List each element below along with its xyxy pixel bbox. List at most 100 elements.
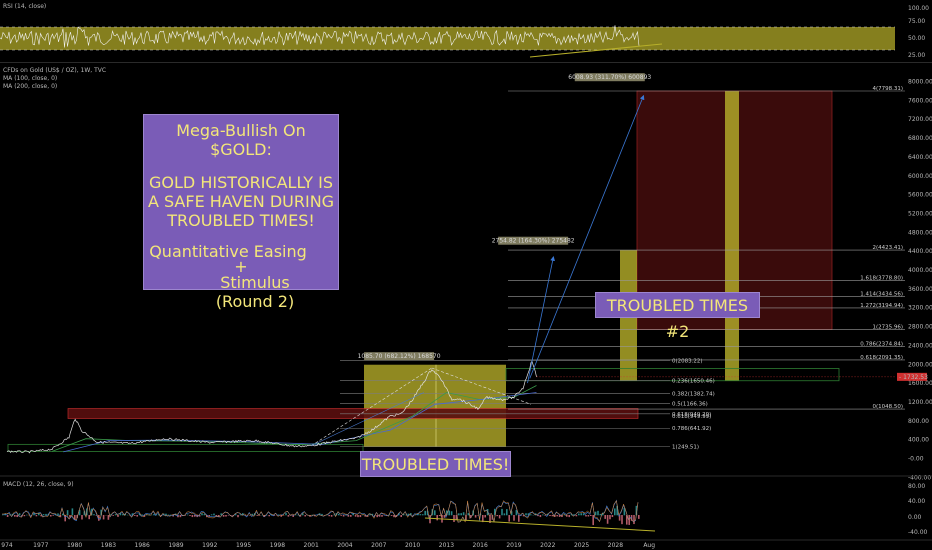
- macd-histogram-bar: [443, 515, 446, 518]
- macd-histogram-bar: [580, 513, 582, 516]
- price-axis-label: 4800.00: [908, 229, 932, 236]
- macd-histogram-bar: [513, 515, 515, 521]
- macd-histogram-bar: [285, 513, 287, 516]
- macd-histogram-bar: [556, 515, 558, 517]
- projection-column-2: [725, 91, 739, 381]
- macd-histogram-bar: [438, 515, 441, 516]
- macd-histogram-bar: [357, 515, 359, 518]
- macd-histogram-bar: [2, 514, 4, 516]
- price-axis-label: -400.00: [908, 474, 931, 481]
- macd-histogram-bar: [609, 515, 611, 520]
- macd-histogram-bar: [38, 513, 40, 516]
- x-tick-label: 2028: [608, 542, 623, 549]
- price-axis-label: 400.00: [908, 437, 929, 444]
- macd-histogram-bar: [390, 515, 393, 516]
- macd-histogram-bar: [592, 515, 594, 526]
- note-round: (Round 2): [215, 292, 295, 311]
- macd-histogram-bar: [638, 515, 640, 519]
- price-axis-label: 2400.00: [908, 342, 932, 349]
- ma100-label: MA (100, close, 0): [3, 75, 57, 82]
- fib1-level-label: 0.236(1650.46): [672, 379, 715, 385]
- macd-histogram-bar: [227, 515, 230, 516]
- price-axis-label: 800.00: [908, 418, 929, 425]
- price-axis-label: 7200.00: [908, 116, 932, 123]
- x-tick-label: 2004: [337, 542, 352, 549]
- macd-histogram-bar: [136, 515, 138, 517]
- macd-histogram-bar: [621, 515, 623, 525]
- x-tick-label: 1992: [202, 542, 217, 549]
- macd-histogram-bar: [64, 515, 66, 522]
- macd-histogram-bar: [6, 515, 9, 517]
- price-axis-label: 2000.00: [908, 361, 932, 368]
- rsi-axis-label: 75.00: [908, 18, 925, 25]
- price-tag-label: 6008.93 (311.70%) 600893: [568, 74, 651, 81]
- x-tick-label: 1977: [33, 542, 48, 549]
- macd-histogram-bar: [539, 515, 542, 518]
- macd-histogram-bar: [35, 515, 38, 517]
- fib2-level-label: 0(1048.50): [872, 404, 903, 410]
- price-axis-label: 6000.00: [908, 173, 932, 180]
- macd-histogram-bar: [508, 515, 510, 522]
- rsi-axis-label: 50.00: [908, 35, 925, 42]
- macd-histogram-bar: [256, 515, 258, 516]
- troubled-times-2-note[interactable]: TROUBLED TIMES #2: [595, 292, 760, 341]
- macd-histogram-bar: [599, 513, 602, 516]
- signal-line: [1, 500, 639, 524]
- price-tag-label: 1085.70 (682.12%) 168570: [358, 353, 441, 360]
- fib1-level-label: 0.382(1382.74): [672, 391, 715, 397]
- fib1-level-label: 0(2083.22): [672, 358, 703, 364]
- macd-histogram-bar: [225, 515, 227, 517]
- price-axis-label: 3200.00: [908, 305, 932, 312]
- mega-bullish-note[interactable]: Mega-Bullish On $GOLD: GOLD HISTORICALLY…: [143, 114, 339, 311]
- macd-histogram-bar: [107, 515, 110, 520]
- macd-axis-label: 0.00: [908, 514, 922, 521]
- fib1-extra-label: 0.618(949.99): [672, 414, 711, 420]
- price-axis-label: 1600.00: [908, 380, 932, 387]
- macd-histogram-bar: [23, 515, 26, 517]
- macd-histogram-bar: [186, 514, 189, 516]
- x-tick-label: 2016: [473, 542, 488, 549]
- macd-histogram-bar: [112, 515, 114, 516]
- macd-line: [1, 499, 639, 523]
- x-tick-label: 1983: [101, 542, 116, 549]
- macd-histogram-bar: [141, 514, 143, 516]
- current-price-label: - 1732.53: [899, 374, 928, 381]
- fib2-level-label: 1(2735.96): [872, 325, 903, 331]
- macd-histogram-bar: [210, 514, 213, 516]
- fib2-level-label: 0.618(2091.35): [860, 355, 903, 361]
- macd-histogram-bar: [26, 514, 28, 516]
- macd-histogram-bar: [134, 515, 136, 516]
- macd-histogram-bar: [122, 514, 124, 516]
- fib2-level-label: 1.272(3194.94): [860, 303, 903, 309]
- troubled-times-note[interactable]: TROUBLED TIMES!: [360, 451, 511, 477]
- macd-histogram-bar: [453, 515, 455, 522]
- macd-histogram-bar: [604, 515, 606, 519]
- x-tick-label: 2013: [439, 542, 454, 549]
- macd-histogram-bar: [551, 515, 554, 517]
- macd-histogram-bar: [222, 515, 225, 517]
- macd-histogram-bar: [587, 515, 590, 517]
- note-stimulus: Stimulus: [220, 273, 290, 292]
- macd-axis-label: 80.00: [908, 483, 925, 490]
- macd-histogram-bar: [450, 511, 453, 516]
- ma200-label: MA (200, close, 0): [3, 83, 57, 90]
- x-tick-label: 2025: [574, 542, 589, 549]
- macd-histogram-bar: [179, 515, 182, 518]
- price-axis-label: 3600.00: [908, 286, 932, 293]
- fib1-level-label: 0.5(1166.36): [672, 402, 708, 408]
- macd-histogram-bar: [611, 515, 614, 518]
- x-tick-label: 1986: [135, 542, 150, 549]
- macd-histogram-bar: [597, 510, 599, 516]
- note-plus: +: [234, 257, 248, 276]
- rsi-title: RSI (14, close): [3, 3, 46, 10]
- macd-histogram-bar: [568, 515, 570, 518]
- price-axis-label: 6400.00: [908, 154, 932, 161]
- x-tick-label: 2001: [304, 542, 319, 549]
- macd-histogram-bar: [18, 513, 21, 516]
- fib2-level-label: 1.618(3778.80): [860, 275, 903, 281]
- x-tick-label: 1980: [67, 542, 82, 549]
- note-line-2: A SAFE HAVEN DURING: [147, 192, 335, 211]
- x-tick-label: 1989: [168, 542, 183, 549]
- x-tick-label: 1998: [270, 542, 285, 549]
- macd-histogram-bar: [448, 510, 450, 516]
